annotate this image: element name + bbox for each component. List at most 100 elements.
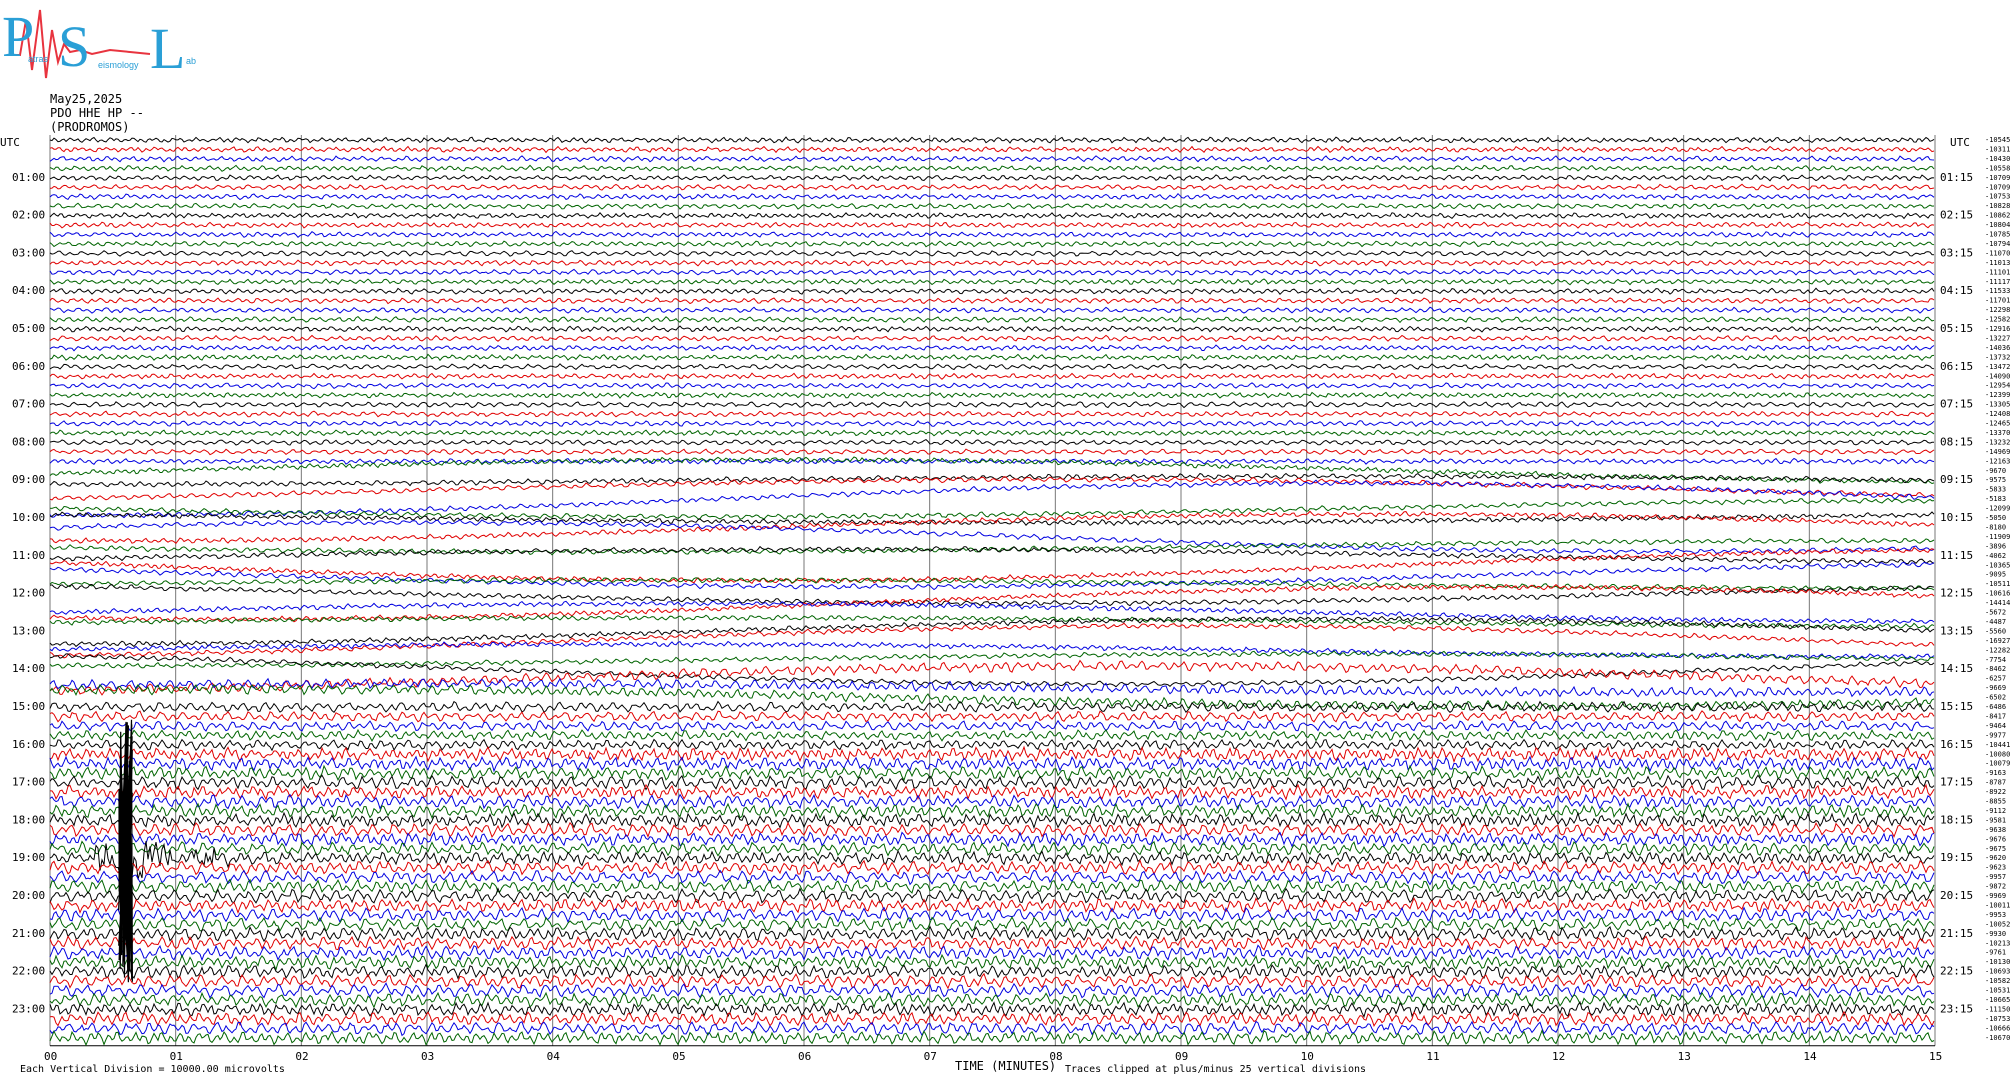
trace-offset-label: -10828 (1985, 202, 2010, 210)
left-hour-label: 19:00 (12, 851, 45, 864)
trace-offset-label: -8180 (1985, 523, 2006, 531)
trace-offset-label: -6257 (1985, 675, 2006, 683)
trace-line (49, 479, 1935, 519)
trace-line (50, 783, 1935, 801)
trace-offset-label: -10545 (1985, 136, 2010, 144)
right-hour-label: 13:15 (1940, 624, 1973, 637)
x-tick-label: 03 (421, 1050, 434, 1063)
trace-offset-label: -8417 (1985, 712, 2006, 720)
trace-offset-label: -9953 (1985, 911, 2006, 919)
trace-offset-label: -10080 (1985, 750, 2010, 758)
trace-offset-label: -9930 (1985, 930, 2006, 938)
trace-line (49, 249, 1935, 258)
trace-offset-label: -10213 (1985, 939, 2010, 947)
right-hour-label: 08:15 (1940, 435, 1973, 448)
trace-offset-label: -11909 (1985, 533, 2010, 541)
trace-offset-label: -16927 (1985, 637, 2010, 645)
trace-line (49, 155, 1935, 163)
x-tick-label: 11 (1426, 1050, 1439, 1063)
trace-offset-label: -10558 (1985, 164, 2010, 172)
left-hour-label: 22:00 (12, 965, 45, 978)
trace-offset-label: -10665 (1985, 996, 2010, 1004)
x-axis-title: TIME (MINUTES) (955, 1059, 1056, 1073)
trace-offset-label: -14414 (1985, 599, 2010, 607)
trace-offset-label: -13227 (1985, 334, 2010, 342)
trace-line (49, 353, 1935, 362)
right-hour-label: 21:15 (1940, 927, 1973, 940)
trace-offset-label: -5050 (1985, 514, 2006, 522)
trace-line (49, 192, 1935, 201)
trace-line (49, 774, 1935, 792)
trace-line (49, 400, 1935, 409)
trace-offset-label: -9464 (1985, 722, 2006, 730)
trace-line (49, 419, 1935, 428)
x-tick-label: 04 (547, 1050, 561, 1063)
x-tick-label: 15 (1929, 1050, 1942, 1063)
trace-offset-label: -14090 (1985, 372, 2010, 380)
trace-offset-label: -9623 (1985, 864, 2006, 872)
left-hour-label: 07:00 (12, 398, 45, 411)
trace-line (49, 472, 1935, 488)
trace-offset-label: -12465 (1985, 420, 2010, 428)
trace-offset-label: -12408 (1985, 410, 2010, 418)
trace-offset-label: -14969 (1985, 448, 2010, 456)
trace-offset-label: -12582 (1985, 316, 2010, 324)
right-hour-label: 23:15 (1940, 1002, 1973, 1015)
trace-offset-label: -13370 (1985, 429, 2010, 437)
trace-line (49, 811, 1935, 830)
trace-offset-label: -10430 (1985, 155, 2010, 163)
trace-offset-label: -5183 (1985, 495, 2006, 503)
trace-offset-label: -10130 (1985, 958, 2010, 966)
trace-offset-label: -9670 (1985, 467, 2006, 475)
trace-line (49, 448, 1935, 456)
trace-line (49, 344, 1935, 352)
trace-line (49, 897, 1935, 914)
left-hour-label: 20:00 (12, 889, 45, 902)
trace-offset-label: -10365 (1985, 561, 2010, 569)
trace-offset-label: -9638 (1985, 826, 2006, 834)
x-tick-label: 01 (170, 1050, 183, 1063)
trace-line (49, 546, 1935, 585)
trace-offset-label: -7754 (1985, 656, 2006, 664)
trace-line (49, 287, 1935, 295)
trace-offset-label: -9977 (1985, 731, 2006, 739)
trace-offset-label: -13472 (1985, 363, 2010, 371)
trace-offset-label: -8922 (1985, 788, 2006, 796)
trace-line (49, 640, 1935, 660)
trace-offset-label: -13305 (1985, 401, 2010, 409)
right-hour-label: 05:15 (1940, 322, 1973, 335)
trace-line (49, 372, 1935, 380)
left-hour-label: 09:00 (12, 473, 45, 486)
left-hour-label: 10:00 (12, 511, 45, 524)
trace-offset-label: -5560 (1985, 627, 2006, 635)
trace-line (49, 944, 1935, 962)
x-tick-label: 00 (44, 1050, 57, 1063)
trace-offset-label: -14036 (1985, 344, 2010, 352)
trace-line (49, 268, 1935, 276)
right-hour-label: 14:15 (1940, 662, 1973, 675)
trace-line (49, 497, 1935, 520)
trace-line (49, 221, 1935, 229)
trace-offset-label: -12099 (1985, 505, 2010, 513)
trace-offset-label: -4062 (1985, 552, 2006, 560)
right-utc-label: UTC (1950, 136, 1970, 149)
trace-line (49, 211, 1935, 220)
trace-offset-label: -10862 (1985, 212, 2010, 220)
left-hour-label: 11:00 (12, 549, 45, 562)
trace-line (49, 391, 1935, 400)
trace-offset-label: -9676 (1985, 835, 2006, 843)
trace-line (49, 259, 1935, 267)
trace-line (49, 755, 1935, 773)
trace-offset-label: -11701 (1985, 297, 2010, 305)
x-tick-label: 13 (1678, 1050, 1691, 1063)
trace-line (49, 935, 1935, 952)
trace-offset-label: -10753 (1985, 1015, 2010, 1023)
trace-line (49, 278, 1935, 286)
helicorder-plot: 00 01 02 03 04 05 06 07 08 09 10 11 12 13 14 15-10545-1… (0, 135, 2010, 1073)
trace-offset-label: -10693 (1985, 968, 2010, 976)
trace-line (49, 174, 1935, 182)
x-tick-label: 12 (1552, 1050, 1565, 1063)
trace-offset-label: -10052 (1985, 920, 2010, 928)
trace-line (49, 334, 1935, 343)
trace-line (49, 659, 1935, 696)
